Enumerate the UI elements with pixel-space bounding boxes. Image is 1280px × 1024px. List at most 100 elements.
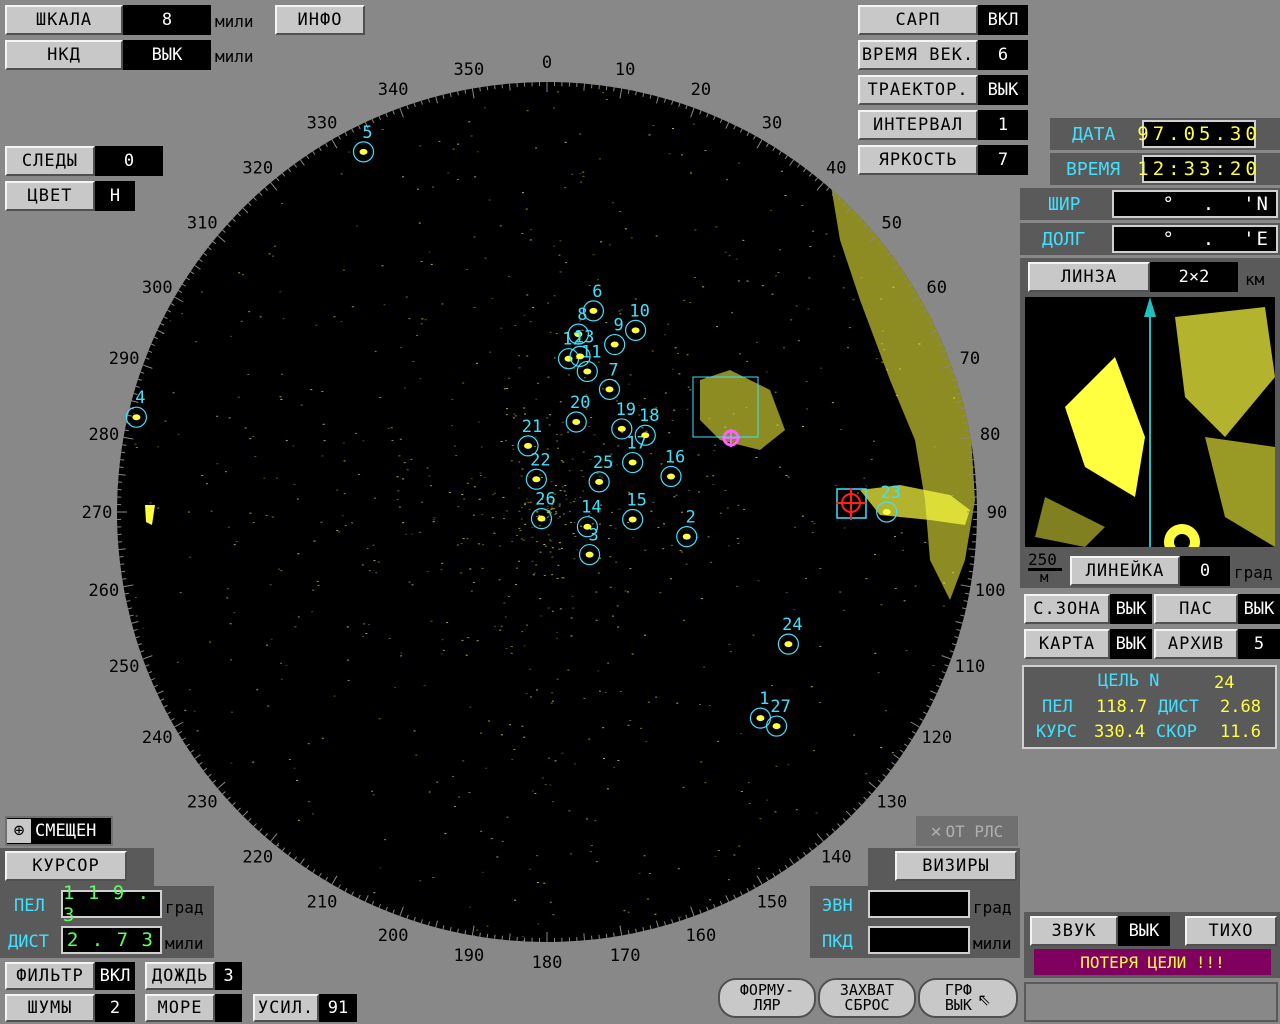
echo-speck xyxy=(898,368,901,370)
echo-speck xyxy=(903,600,906,602)
target-echo xyxy=(641,432,650,439)
echo-speck xyxy=(580,470,583,472)
echo-speck xyxy=(689,172,692,174)
echo-speck xyxy=(367,624,370,626)
sound-button[interactable]: ЗВУК xyxy=(1030,916,1118,946)
bearing-label: 70 xyxy=(960,349,980,369)
echo-speck xyxy=(372,794,375,796)
echo-speck xyxy=(629,720,632,722)
color-value: Н xyxy=(95,181,135,211)
echo-speck xyxy=(240,320,243,322)
scale-button[interactable]: ШКАЛА xyxy=(5,5,123,35)
info-button[interactable]: ИНФО xyxy=(275,5,365,35)
echo-speck xyxy=(531,560,534,562)
quiet-button[interactable]: ТИХО xyxy=(1185,916,1277,946)
gain-button[interactable]: УСИЛ. xyxy=(253,994,319,1022)
echo-speck xyxy=(413,730,416,732)
echo-speck xyxy=(226,597,229,599)
sea-button[interactable]: МОРЕ xyxy=(145,994,215,1022)
lens-button[interactable]: ЛИНЗА xyxy=(1028,262,1150,292)
echo-speck xyxy=(536,541,539,543)
cursor-button[interactable]: КУРСОР xyxy=(5,851,127,881)
echo-speck xyxy=(839,591,842,593)
echo-speck xyxy=(624,228,627,230)
vector-time-button[interactable]: ВРЕМЯ ВЕК. xyxy=(858,40,978,70)
ruler-button[interactable]: ЛИНЕЙКА xyxy=(1070,556,1180,586)
echo-speck xyxy=(518,461,521,463)
visors-button[interactable]: ВИЗИРЫ xyxy=(895,851,1017,881)
bearing-label: 300 xyxy=(142,278,173,298)
bearing-tick xyxy=(583,933,585,941)
bearing-label: 30 xyxy=(762,113,782,133)
echo-speck xyxy=(506,816,509,818)
echo-speck xyxy=(874,652,877,654)
bearing-label: 100 xyxy=(975,581,1006,601)
echo-speck xyxy=(629,568,632,570)
szone-button[interactable]: С.ЗОНА xyxy=(1024,594,1110,624)
echo-speck xyxy=(469,706,472,708)
noise-button[interactable]: ШУМЫ xyxy=(5,994,95,1022)
echo-speck xyxy=(698,704,701,706)
echo-speck xyxy=(461,493,464,495)
echo-speck xyxy=(362,440,365,442)
echo-speck xyxy=(377,561,380,563)
color-button[interactable]: ЦВЕТ xyxy=(5,181,95,211)
echo-speck xyxy=(455,454,458,456)
echo-speck xyxy=(549,414,552,416)
pas-button[interactable]: ПАС xyxy=(1154,594,1238,624)
echo-speck xyxy=(951,495,954,497)
echo-speck xyxy=(499,629,502,631)
scale-value: 8 xyxy=(123,5,211,35)
echo-speck xyxy=(462,760,465,762)
echo-speck xyxy=(558,516,561,518)
echo-speck xyxy=(863,477,866,479)
echo-speck xyxy=(230,711,233,713)
bearing-label: 140 xyxy=(821,848,852,868)
form-button[interactable]: ФОРМУ- ЛЯР xyxy=(718,978,816,1018)
echo-speck xyxy=(667,323,670,325)
pkd-value[interactable] xyxy=(868,926,970,954)
brightness-button[interactable]: ЯРКОСТЬ xyxy=(858,145,978,175)
nkd-button[interactable]: НКД xyxy=(5,40,123,70)
rain-button[interactable]: ДОЖДЬ xyxy=(145,962,215,990)
echo-speck xyxy=(627,724,630,726)
bearing-label: 60 xyxy=(926,278,946,298)
map-button[interactable]: КАРТА xyxy=(1024,629,1110,659)
echo-speck xyxy=(531,790,534,792)
echo-speck xyxy=(468,792,471,794)
from-rls-toggle[interactable]: ✕ ОТ РЛС xyxy=(916,816,1018,846)
traces-button[interactable]: СЛЕДЫ xyxy=(5,146,95,176)
sarp-button[interactable]: САРП xyxy=(858,5,978,35)
lens-view[interactable] xyxy=(1025,297,1275,547)
echo-speck xyxy=(500,625,503,627)
grf-button[interactable]: ГРФ ВЫК ⇖ xyxy=(918,978,1018,1018)
echo-speck xyxy=(857,492,860,494)
echo-speck xyxy=(629,374,632,376)
echo-speck xyxy=(536,855,539,857)
echo-speck xyxy=(657,526,660,528)
target-echo xyxy=(784,641,793,648)
lens-value: 2×2 xyxy=(1150,262,1238,292)
target-label: 21 xyxy=(522,417,542,437)
echo-speck xyxy=(227,526,230,528)
target-info-panel: ЦЕЛЬ N 24 ПЕЛ 118.7 ДИСТ 2.68 КУРС 330.4… xyxy=(1022,665,1277,749)
echo-speck xyxy=(602,727,605,729)
archive-button[interactable]: АРХИВ xyxy=(1154,629,1238,659)
echo-speck xyxy=(681,551,684,553)
echo-speck xyxy=(605,98,608,100)
filter-button[interactable]: ФИЛЬТР xyxy=(5,962,95,990)
evn-value[interactable] xyxy=(868,890,970,918)
echo-speck xyxy=(536,511,539,513)
echo-speck xyxy=(308,801,311,803)
echo-speck xyxy=(726,179,729,181)
offset-control[interactable]: ⊕ СМЕЩЕН xyxy=(5,816,113,846)
target-label: 16 xyxy=(665,447,685,467)
echo-speck xyxy=(564,524,567,526)
capture-reset-button[interactable]: ЗАХВАТ СБРОС xyxy=(818,978,916,1018)
trajectory-button[interactable]: ТРАЕКТОР. xyxy=(858,75,978,105)
interval-button[interactable]: ИНТЕРВАЛ xyxy=(858,110,978,140)
echo-speck xyxy=(372,544,375,546)
echo-speck xyxy=(785,592,788,594)
echo-speck xyxy=(363,623,366,625)
echo-speck xyxy=(282,318,285,320)
